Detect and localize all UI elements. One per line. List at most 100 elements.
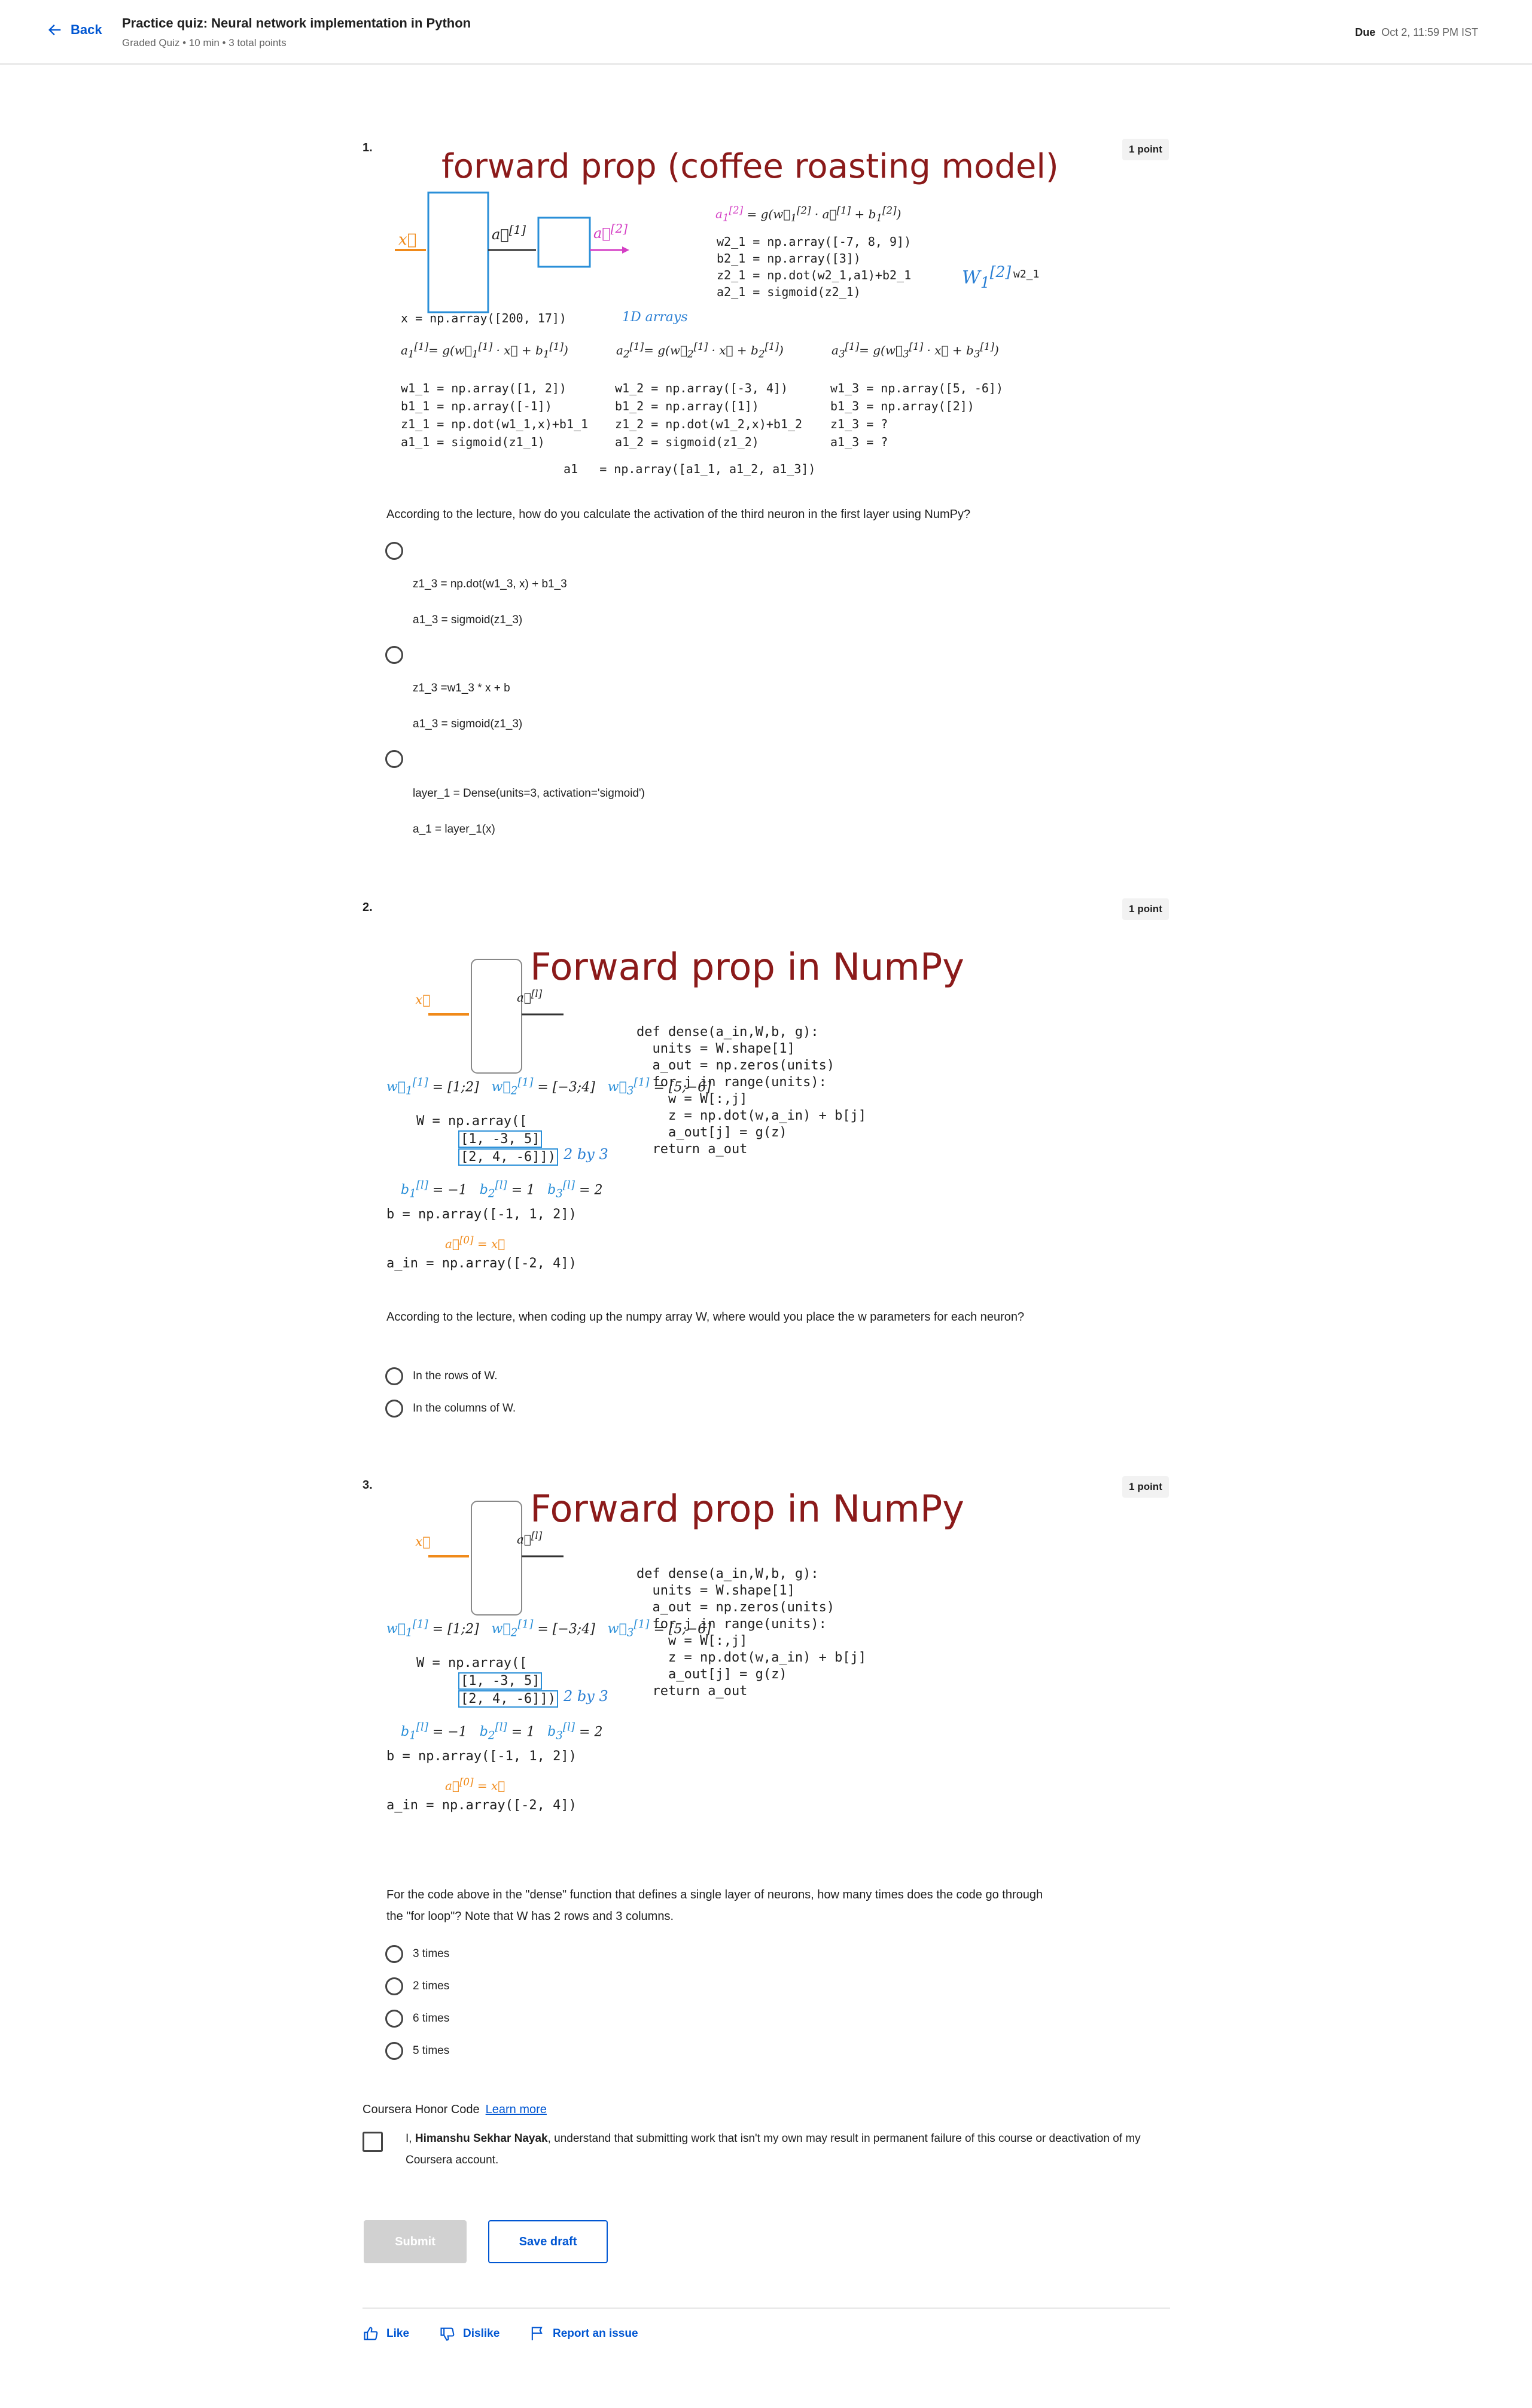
a2-vector-label: a⃗[2]	[593, 221, 628, 242]
a-in-code: a_in = np.array([-2, 4])	[386, 1256, 577, 1271]
a1-1-formula: a1[1]= g(w⃗1[1] · x⃗ + b1[1])	[401, 341, 568, 360]
radio-button[interactable]	[385, 2010, 403, 2028]
layer2-code: w2_1 = np.array([-7, 8, 9]) b2_1 = np.ar…	[717, 234, 912, 299]
option-3-line-1: layer_1 = Dense(units=3, activation='sig…	[413, 787, 645, 800]
option-label: 5 times	[413, 2044, 450, 2057]
thumbs-down-icon	[440, 2327, 455, 2341]
option-row[interactable]: 2 times	[385, 1977, 449, 1995]
report-label: Report an issue	[553, 2327, 638, 2340]
option-radio[interactable]	[385, 646, 403, 664]
a2-formula: a1[2] = g(w⃗1[2] · a⃗[1] + b1[2])	[715, 205, 901, 224]
due-date: Due Oct 2, 11:59 PM IST	[1355, 26, 1478, 39]
question-number: 2.	[363, 901, 373, 914]
honor-prefix: I,	[406, 2132, 415, 2145]
points-badge: 1 point	[1122, 1476, 1169, 1498]
arrays-note: 1D arrays	[622, 310, 688, 325]
slide-title: forward prop (coffee roasting model)	[441, 147, 1059, 186]
thumbs-up-icon	[364, 2327, 378, 2340]
option-radio[interactable]	[385, 542, 403, 560]
by3-note: 2 by 3	[564, 1688, 608, 1705]
question-text: According to the lecture, when coding up…	[386, 1310, 1025, 1324]
radio-button[interactable]	[385, 2042, 403, 2060]
slide-title: Forward prop in NumPy	[530, 945, 964, 989]
like-label: Like	[386, 2327, 410, 2340]
points-badge: 1 point	[1122, 898, 1169, 920]
neuron1-code: w1_1 = np.array([1, 2]) b1_1 = np.array(…	[401, 381, 589, 449]
neuron3-code: w1_3 = np.array([5, -6]) b1_3 = np.array…	[830, 381, 1003, 449]
bias-values: b1[l] = −1 b2[l] = 1 b3[l] = 2	[401, 1179, 603, 1200]
option-2-line-2: a1_3 = sigmoid(z1_3)	[413, 718, 523, 730]
back-button[interactable]: Back	[47, 22, 102, 38]
arrow-left-icon	[48, 25, 61, 35]
b-code: b = np.array([-1, 1, 2])	[386, 1749, 577, 1764]
radio-button[interactable]	[385, 1977, 403, 1995]
honor-code-heading: Coursera Honor Code Learn more	[363, 2103, 547, 2117]
bias-values: b1[l] = −1 b2[l] = 1 b3[l] = 2	[401, 1721, 603, 1742]
a0-label: a⃗[0] = x⃗	[445, 1235, 505, 1251]
W-code: W = np.array([	[416, 1114, 528, 1129]
honor-checkbox[interactable]	[363, 2132, 383, 2152]
dislike-label: Dislike	[463, 2327, 500, 2340]
question-number: 1.	[363, 141, 373, 154]
a1-vector-label: a⃗[l]	[517, 988, 543, 1005]
x-vector-label: x⃗	[398, 231, 417, 249]
submit-button[interactable]: Submit	[364, 2220, 467, 2263]
network-diagram	[428, 1501, 564, 1616]
option-1-line-2: a1_3 = sigmoid(z1_3)	[413, 614, 523, 626]
by3-note: 2 by 3	[564, 1146, 608, 1163]
radio-button[interactable]	[385, 750, 403, 768]
option-3-line-2: a_1 = layer_1(x)	[413, 823, 495, 836]
question-number: 3.	[363, 1479, 373, 1492]
option-row[interactable]: In the rows of W.	[385, 1367, 498, 1385]
question-2-slide: Forward prop in NumPy x⃗ a⃗[l] w⃗1[1] = …	[386, 933, 1062, 1280]
radio-button[interactable]	[385, 542, 403, 560]
radio-button[interactable]	[385, 1400, 403, 1418]
option-row[interactable]: 5 times	[385, 2042, 449, 2060]
network-diagram	[395, 191, 629, 313]
x-vector-label: x⃗	[415, 993, 431, 1008]
honor-code-title: Coursera Honor Code	[363, 2103, 480, 2116]
option-1-line-1: z1_3 = np.dot(w1_3, x) + b1_3	[413, 578, 567, 590]
option-row[interactable]: 3 times	[385, 1945, 449, 1963]
a-in-code: a_in = np.array([-2, 4])	[386, 1798, 577, 1813]
a1-2-formula: a2[1]= g(w⃗2[1] · x⃗ + b2[1])	[616, 341, 784, 360]
w2-1-note: w2_1	[1013, 268, 1040, 281]
honor-statement: I, Himanshu Sekhar Nayak, understand tha…	[406, 2128, 1171, 2171]
option-row[interactable]: 6 times	[385, 2010, 449, 2028]
radio-button[interactable]	[385, 646, 403, 664]
dislike-button[interactable]: Dislike	[439, 2325, 500, 2342]
save-draft-button[interactable]: Save draft	[488, 2220, 608, 2263]
question-1-slide: forward prop (coffee roasting model) x⃗ …	[386, 133, 1062, 487]
option-label: In the rows of W.	[413, 1370, 498, 1382]
radio-button[interactable]	[385, 1367, 403, 1385]
option-label: 3 times	[413, 1947, 450, 1960]
learn-more-link[interactable]: Learn more	[486, 2103, 547, 2116]
back-label: Back	[71, 22, 102, 37]
question-text: According to the lecture, how do you cal…	[386, 508, 971, 521]
w1-handwritten: W1[2]	[962, 263, 1012, 291]
like-button[interactable]: Like	[363, 2325, 409, 2342]
a1-vector-label: a⃗[1]	[492, 222, 526, 243]
W-row-2: [2, 4, -6]])	[458, 1690, 558, 1708]
radio-button[interactable]	[385, 1945, 403, 1963]
footer-divider	[363, 2308, 1170, 2309]
network-diagram	[428, 959, 564, 1074]
due-value: Oct 2, 11:59 PM IST	[1381, 26, 1478, 38]
question-text: For the code above in the "dense" functi…	[386, 1888, 1043, 1923]
slide-title: Forward prop in NumPy	[530, 1487, 964, 1531]
page-title: Practice quiz: Neural network implementa…	[122, 16, 471, 31]
points-badge: 1 point	[1122, 139, 1169, 160]
learner-name: Himanshu Sekhar Nayak	[415, 2132, 548, 2145]
neuron2-code: w1_2 = np.array([-3, 4]) b1_2 = np.array…	[615, 381, 803, 449]
top-bar: Back Practice quiz: Neural network imple…	[0, 0, 1532, 65]
option-label: In the columns of W.	[413, 1402, 516, 1415]
option-row[interactable]: In the columns of W.	[385, 1400, 516, 1418]
a1-array-code: a1 = np.array([a1_1, a1_2, a1_3])	[564, 462, 816, 476]
W-row-1: [1, -3, 5]	[458, 1672, 543, 1690]
report-issue-button[interactable]: Report an issue	[529, 2325, 638, 2342]
a0-label: a⃗[0] = x⃗	[445, 1776, 505, 1793]
option-radio[interactable]	[385, 750, 403, 768]
x-code: x = np.array([200, 17])	[401, 311, 566, 325]
W-row-1: [1, -3, 5]	[458, 1130, 543, 1148]
quiz-meta: Graded Quiz • 10 min • 3 total points	[122, 37, 287, 48]
